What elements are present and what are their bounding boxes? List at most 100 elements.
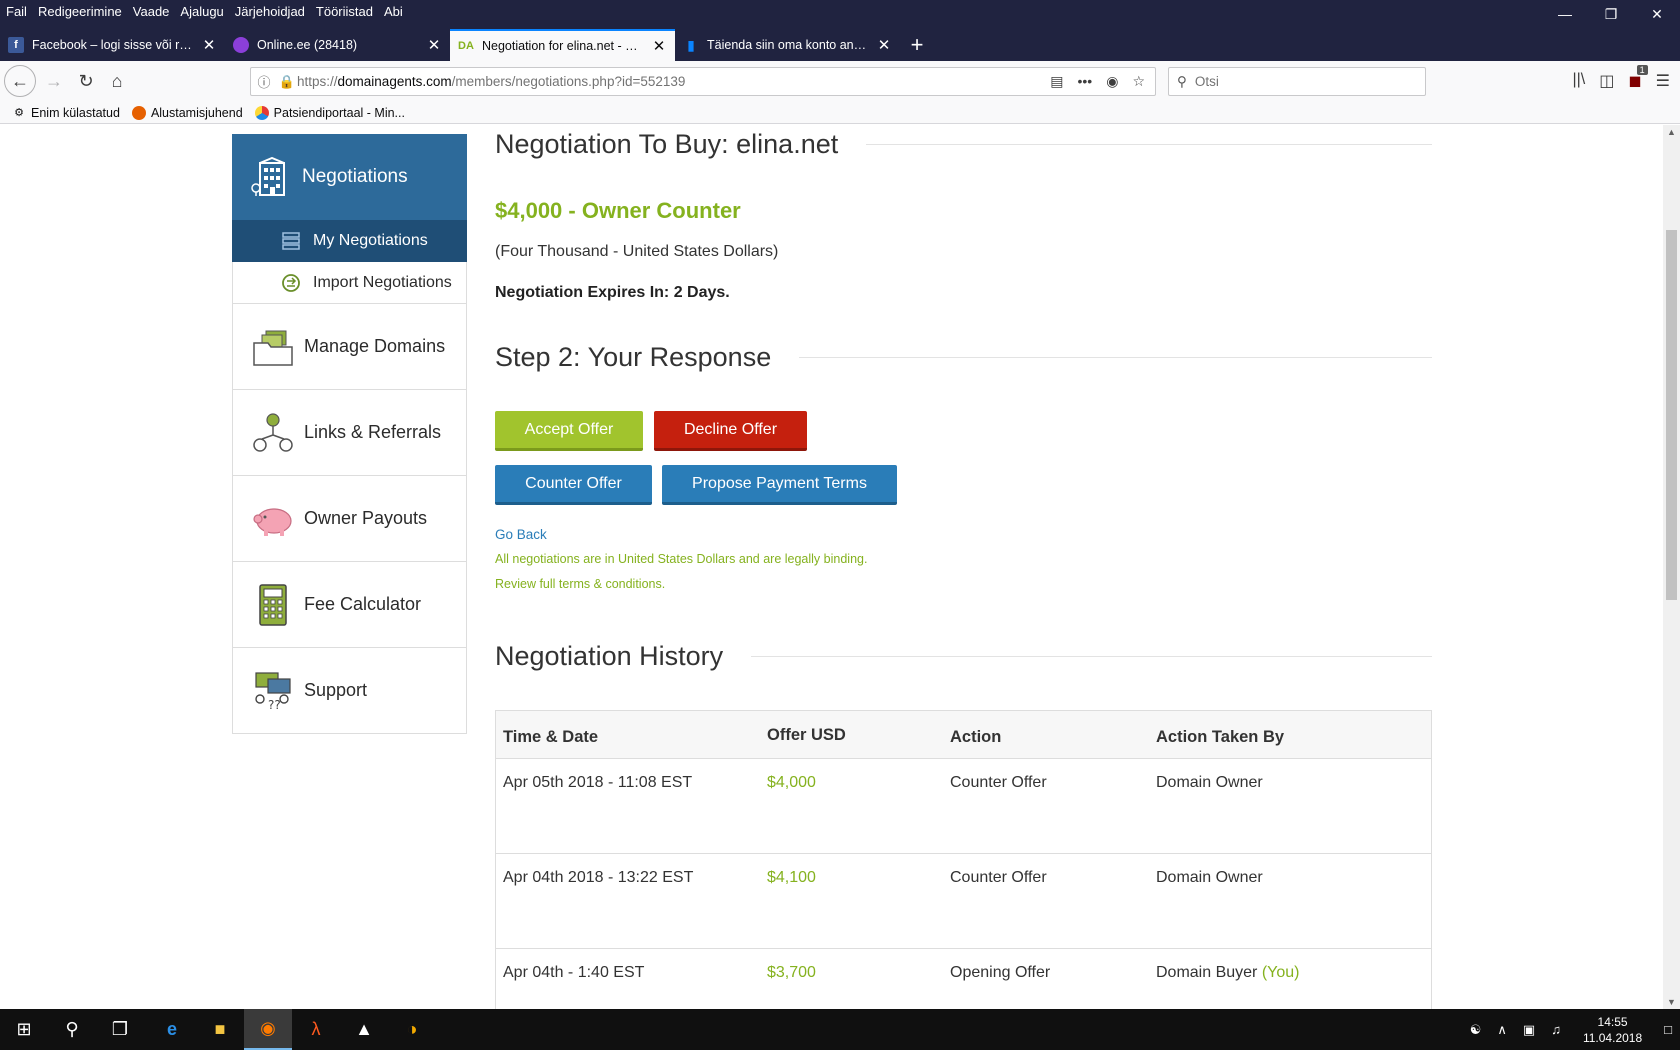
reader-view-icon[interactable]: ▤ xyxy=(1050,73,1063,90)
close-window-icon[interactable]: ✕ xyxy=(1634,0,1680,28)
app-lambda-button[interactable]: λ xyxy=(292,1009,340,1050)
paint-button[interactable]: ◑ xyxy=(388,1009,436,1050)
people-network-icon xyxy=(253,412,293,452)
tab-negotiation[interactable]: DA Negotiation for elina.net - DomainAge… xyxy=(450,29,675,61)
svg-text:??: ?? xyxy=(268,698,281,712)
search-button[interactable]: ⚲ xyxy=(48,1009,96,1050)
support-chat-icon: ?? xyxy=(255,671,291,712)
volume-muted-icon[interactable]: ♫ xyxy=(1551,1022,1561,1037)
sidebar-item-label: Import Negotiations xyxy=(313,273,452,291)
window-controls: — ❐ ✕ xyxy=(1542,0,1680,28)
pocket-icon[interactable]: ◉ xyxy=(1106,73,1118,90)
portal-icon xyxy=(254,105,269,120)
menu-tools[interactable]: Tööriistad xyxy=(316,4,373,19)
tab-label: Negotiation for elina.net - DomainAgents xyxy=(482,39,645,53)
firefox-button[interactable]: ◉ xyxy=(244,1009,292,1050)
row-offer: $3,700 xyxy=(767,964,816,981)
column-header: Time & Date xyxy=(503,728,599,746)
accept-offer-button[interactable]: Accept Offer xyxy=(495,411,643,451)
divider xyxy=(799,357,1432,358)
show-hidden-icons-icon[interactable]: ∧ xyxy=(1497,1022,1507,1038)
legal-note: All negotiations are in United States Do… xyxy=(495,552,868,566)
current-offer-price: $4,000 - Owner Counter xyxy=(495,198,741,223)
sidebar-header-negotiations[interactable]: Negotiations xyxy=(232,134,467,220)
menu-history[interactable]: Ajalugu xyxy=(180,4,223,19)
info-icon[interactable]: ⓘ xyxy=(251,72,277,91)
bookmark-getting-started[interactable]: Alustamisjuhend xyxy=(131,105,243,120)
menu-view[interactable]: Vaade xyxy=(133,4,170,19)
close-icon[interactable]: ✕ xyxy=(876,36,892,54)
file-explorer-button[interactable]: ■ xyxy=(196,1009,244,1050)
column-header: Offer USD xyxy=(767,726,846,744)
close-icon[interactable]: ✕ xyxy=(201,36,217,54)
sidebar-item-manage-domains[interactable]: Manage Domains xyxy=(232,304,467,390)
network-icon[interactable]: ▣ xyxy=(1523,1022,1535,1038)
browser-titlebar: Fail Redigeerimine Vaade Ajalugu Järjeho… xyxy=(0,0,1680,61)
bookmark-most-visited[interactable]: ⚙ Enim külastatud xyxy=(12,106,120,120)
sidebar-item-owner-payouts[interactable]: Owner Payouts xyxy=(232,476,467,562)
close-icon[interactable]: ✕ xyxy=(651,37,667,55)
tab-online-ee[interactable]: Online.ee (28418) ✕ xyxy=(225,29,450,61)
sidebar-item-label: Links & Referrals xyxy=(304,422,442,442)
scroll-down-icon[interactable]: ▼ xyxy=(1663,997,1680,1007)
lambda-icon: λ xyxy=(311,1019,321,1039)
go-back-link[interactable]: Go Back xyxy=(495,527,547,542)
expiry-notice: Negotiation Expires In: 2 Days. xyxy=(495,284,730,301)
row-action: Counter Offer xyxy=(950,774,1047,791)
menu-bar: Fail Redigeerimine Vaade Ajalugu Järjeho… xyxy=(0,0,414,22)
page-viewport: Negotiations My Negotiations Import Nego… xyxy=(0,125,1663,1009)
more-actions-icon[interactable]: ••• xyxy=(1078,73,1093,90)
sidebar-item-fee-calculator[interactable]: Fee Calculator xyxy=(232,562,467,648)
home-button[interactable]: ⌂ xyxy=(101,65,133,97)
sidebar-item-label: My Negotiations xyxy=(313,232,428,249)
minimize-icon[interactable]: — xyxy=(1542,0,1588,28)
table-row: Apr 04th 2018 - 13:22 EST $4,100 Counter… xyxy=(496,854,1431,949)
menu-help[interactable]: Abi xyxy=(384,4,403,19)
system-clock[interactable]: 14:55 11.04.2018 xyxy=(1583,1014,1642,1046)
restore-icon[interactable]: ❐ xyxy=(1588,0,1634,28)
hamburger-menu-icon[interactable]: ☰ xyxy=(1656,71,1670,91)
scroll-thumb[interactable] xyxy=(1666,230,1677,600)
bookmark-patient-portal[interactable]: Patsiendiportaal - Min... xyxy=(254,105,405,120)
sidebar-item-import-negotiations[interactable]: Import Negotiations xyxy=(232,262,467,304)
page-title: Negotiation To Buy: elina.net xyxy=(495,129,839,159)
edge-button[interactable]: e xyxy=(148,1009,196,1050)
tab-facebook[interactable]: f Facebook – logi sisse või registreeru … xyxy=(0,29,225,61)
lock-icon[interactable]: 🔒 xyxy=(277,74,297,90)
menu-file[interactable]: Fail xyxy=(6,4,27,19)
menu-edit[interactable]: Redigeerimine xyxy=(38,4,122,19)
terms-link[interactable]: Review full terms & conditions. xyxy=(495,577,665,591)
search-input[interactable]: ⚲ Otsi xyxy=(1168,67,1426,96)
sidebar-toggle-icon[interactable]: ◫ xyxy=(1599,71,1614,91)
sidebar-item-support[interactable]: ?? Support xyxy=(232,648,467,734)
bookmark-star-icon[interactable]: ☆ xyxy=(1132,73,1145,90)
url-text[interactable]: https://domainagents.com/members/negotia… xyxy=(297,74,1050,89)
sidebar-item-my-negotiations[interactable]: My Negotiations xyxy=(232,220,467,262)
start-button[interactable]: ⊞ xyxy=(0,1009,48,1050)
people-icon[interactable]: ☯ xyxy=(1470,1022,1482,1038)
app-runner-button[interactable]: ▲ xyxy=(340,1009,388,1050)
new-tab-button[interactable]: + xyxy=(900,29,934,61)
ublock-icon[interactable]: ◼ 1 xyxy=(1628,65,1648,91)
task-view-button[interactable]: ❐ xyxy=(96,1009,144,1050)
decline-offer-button[interactable]: Decline Offer xyxy=(654,411,807,451)
amount-in-words: (Four Thousand - United States Dollars) xyxy=(495,243,779,260)
url-bar[interactable]: ⓘ 🔒 https://domainagents.com/members/neg… xyxy=(250,67,1156,96)
tab-account[interactable]: ▮ Täienda siin oma konto andmeid ✕ xyxy=(675,29,900,61)
domainagents-icon: DA xyxy=(458,40,474,52)
clock-time: 14:55 xyxy=(1597,1014,1628,1029)
sidebar-item-label: Fee Calculator xyxy=(304,594,422,614)
back-button[interactable]: ← xyxy=(4,65,36,97)
forward-button[interactable]: → xyxy=(38,65,70,97)
propose-payment-terms-button[interactable]: Propose Payment Terms xyxy=(662,465,897,505)
menu-bookmarks[interactable]: Järjehoidjad xyxy=(235,4,305,19)
reload-button[interactable]: ↻ xyxy=(70,65,102,97)
close-icon[interactable]: ✕ xyxy=(426,36,442,54)
table-row: Apr 04th - 1:40 EST $3,700 Opening Offer… xyxy=(496,949,1431,1009)
counter-offer-button[interactable]: Counter Offer xyxy=(495,465,652,505)
sidebar-item-links-referrals[interactable]: Links & Referrals xyxy=(232,390,467,476)
notifications-icon[interactable]: □ xyxy=(1664,1022,1672,1037)
library-icon[interactable]: ||\ xyxy=(1572,71,1585,91)
page-scrollbar[interactable]: ▲ ▼ xyxy=(1663,125,1680,1009)
scroll-up-icon[interactable]: ▲ xyxy=(1663,127,1680,137)
